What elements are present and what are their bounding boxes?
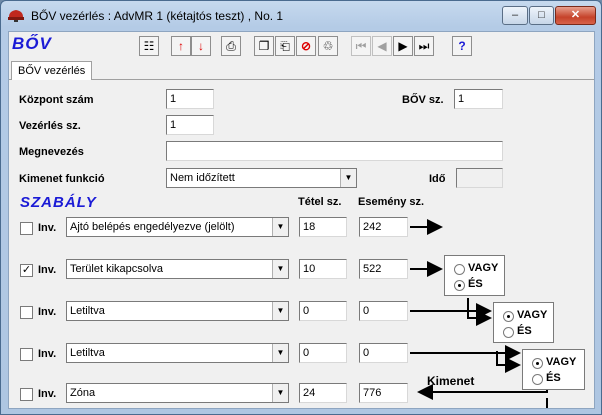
- vagy-label-2: VAGY: [517, 309, 548, 321]
- new-icon[interactable]: ❐: [254, 36, 274, 56]
- es-label-3: ÉS: [546, 372, 561, 384]
- logic-box-1: VAGY ÉS: [444, 255, 505, 296]
- vagy-radio-1[interactable]: [454, 264, 465, 275]
- close-button[interactable]: ✕: [555, 6, 596, 25]
- tab-strip: BŐV vezérlés: [9, 58, 594, 81]
- es-label-2: ÉS: [517, 325, 532, 337]
- logic-connector-arrows: [410, 219, 548, 408]
- maximize-button[interactable]: □: [529, 6, 554, 25]
- move-up-icon[interactable]: ↑: [171, 36, 191, 56]
- es-radio-1[interactable]: [454, 280, 465, 291]
- app-icon: [8, 10, 24, 22]
- last-record-icon[interactable]: ⏭: [414, 36, 434, 56]
- bov-logo: BŐV: [12, 34, 52, 53]
- vagy-label-3: VAGY: [546, 356, 577, 368]
- print-icon[interactable]: ⎙: [221, 36, 241, 56]
- first-record-icon[interactable]: ⏮: [351, 36, 371, 56]
- app-window: BŐV vezérlés : AdvMR 1 (kétajtós teszt) …: [0, 0, 602, 415]
- help-icon[interactable]: ?: [452, 36, 472, 56]
- vagy-label-1: VAGY: [468, 262, 499, 274]
- vagy-radio-2[interactable]: [503, 311, 514, 322]
- logic-box-3: VAGY ÉS: [522, 349, 585, 390]
- es-radio-3[interactable]: [532, 374, 543, 385]
- list-icon[interactable]: ☷: [139, 36, 159, 56]
- form-panel: Központ szám 1 BŐV sz. 1 Vezérlés sz. 1 …: [9, 80, 594, 408]
- es-radio-2[interactable]: [503, 327, 514, 338]
- kimenet-output-label: Kimenet: [427, 374, 475, 388]
- es-label-1: ÉS: [468, 278, 483, 290]
- next-record-icon[interactable]: ▶: [393, 36, 413, 56]
- logic-box-2: VAGY ÉS: [493, 302, 554, 343]
- tab-bov-vezerles[interactable]: BŐV vezérlés: [11, 61, 93, 81]
- move-down-icon[interactable]: ↓: [191, 36, 211, 56]
- toolbar: BŐV ☷ ↑ ↓ ⎙ ❐ ⎗ ⊘ ♲ ⏮ ◀ ▶ ⏭ ?: [9, 32, 594, 58]
- title-bar[interactable]: BŐV vezérlés : AdvMR 1 (kétajtós teszt) …: [1, 1, 601, 31]
- window-title: BŐV vezérlés : AdvMR 1 (kétajtós teszt) …: [31, 9, 284, 23]
- save-icon[interactable]: ⎗: [275, 36, 295, 56]
- cancel-icon[interactable]: ⊘: [296, 36, 316, 56]
- vagy-radio-3[interactable]: [532, 358, 543, 369]
- previous-record-icon[interactable]: ◀: [372, 36, 392, 56]
- delete-icon[interactable]: ♲: [318, 36, 338, 56]
- minimize-button[interactable]: –: [502, 6, 528, 25]
- client-area: BŐV ☷ ↑ ↓ ⎙ ❐ ⎗ ⊘ ♲ ⏮ ◀ ▶ ⏭ ? BŐV vezérl…: [8, 31, 595, 409]
